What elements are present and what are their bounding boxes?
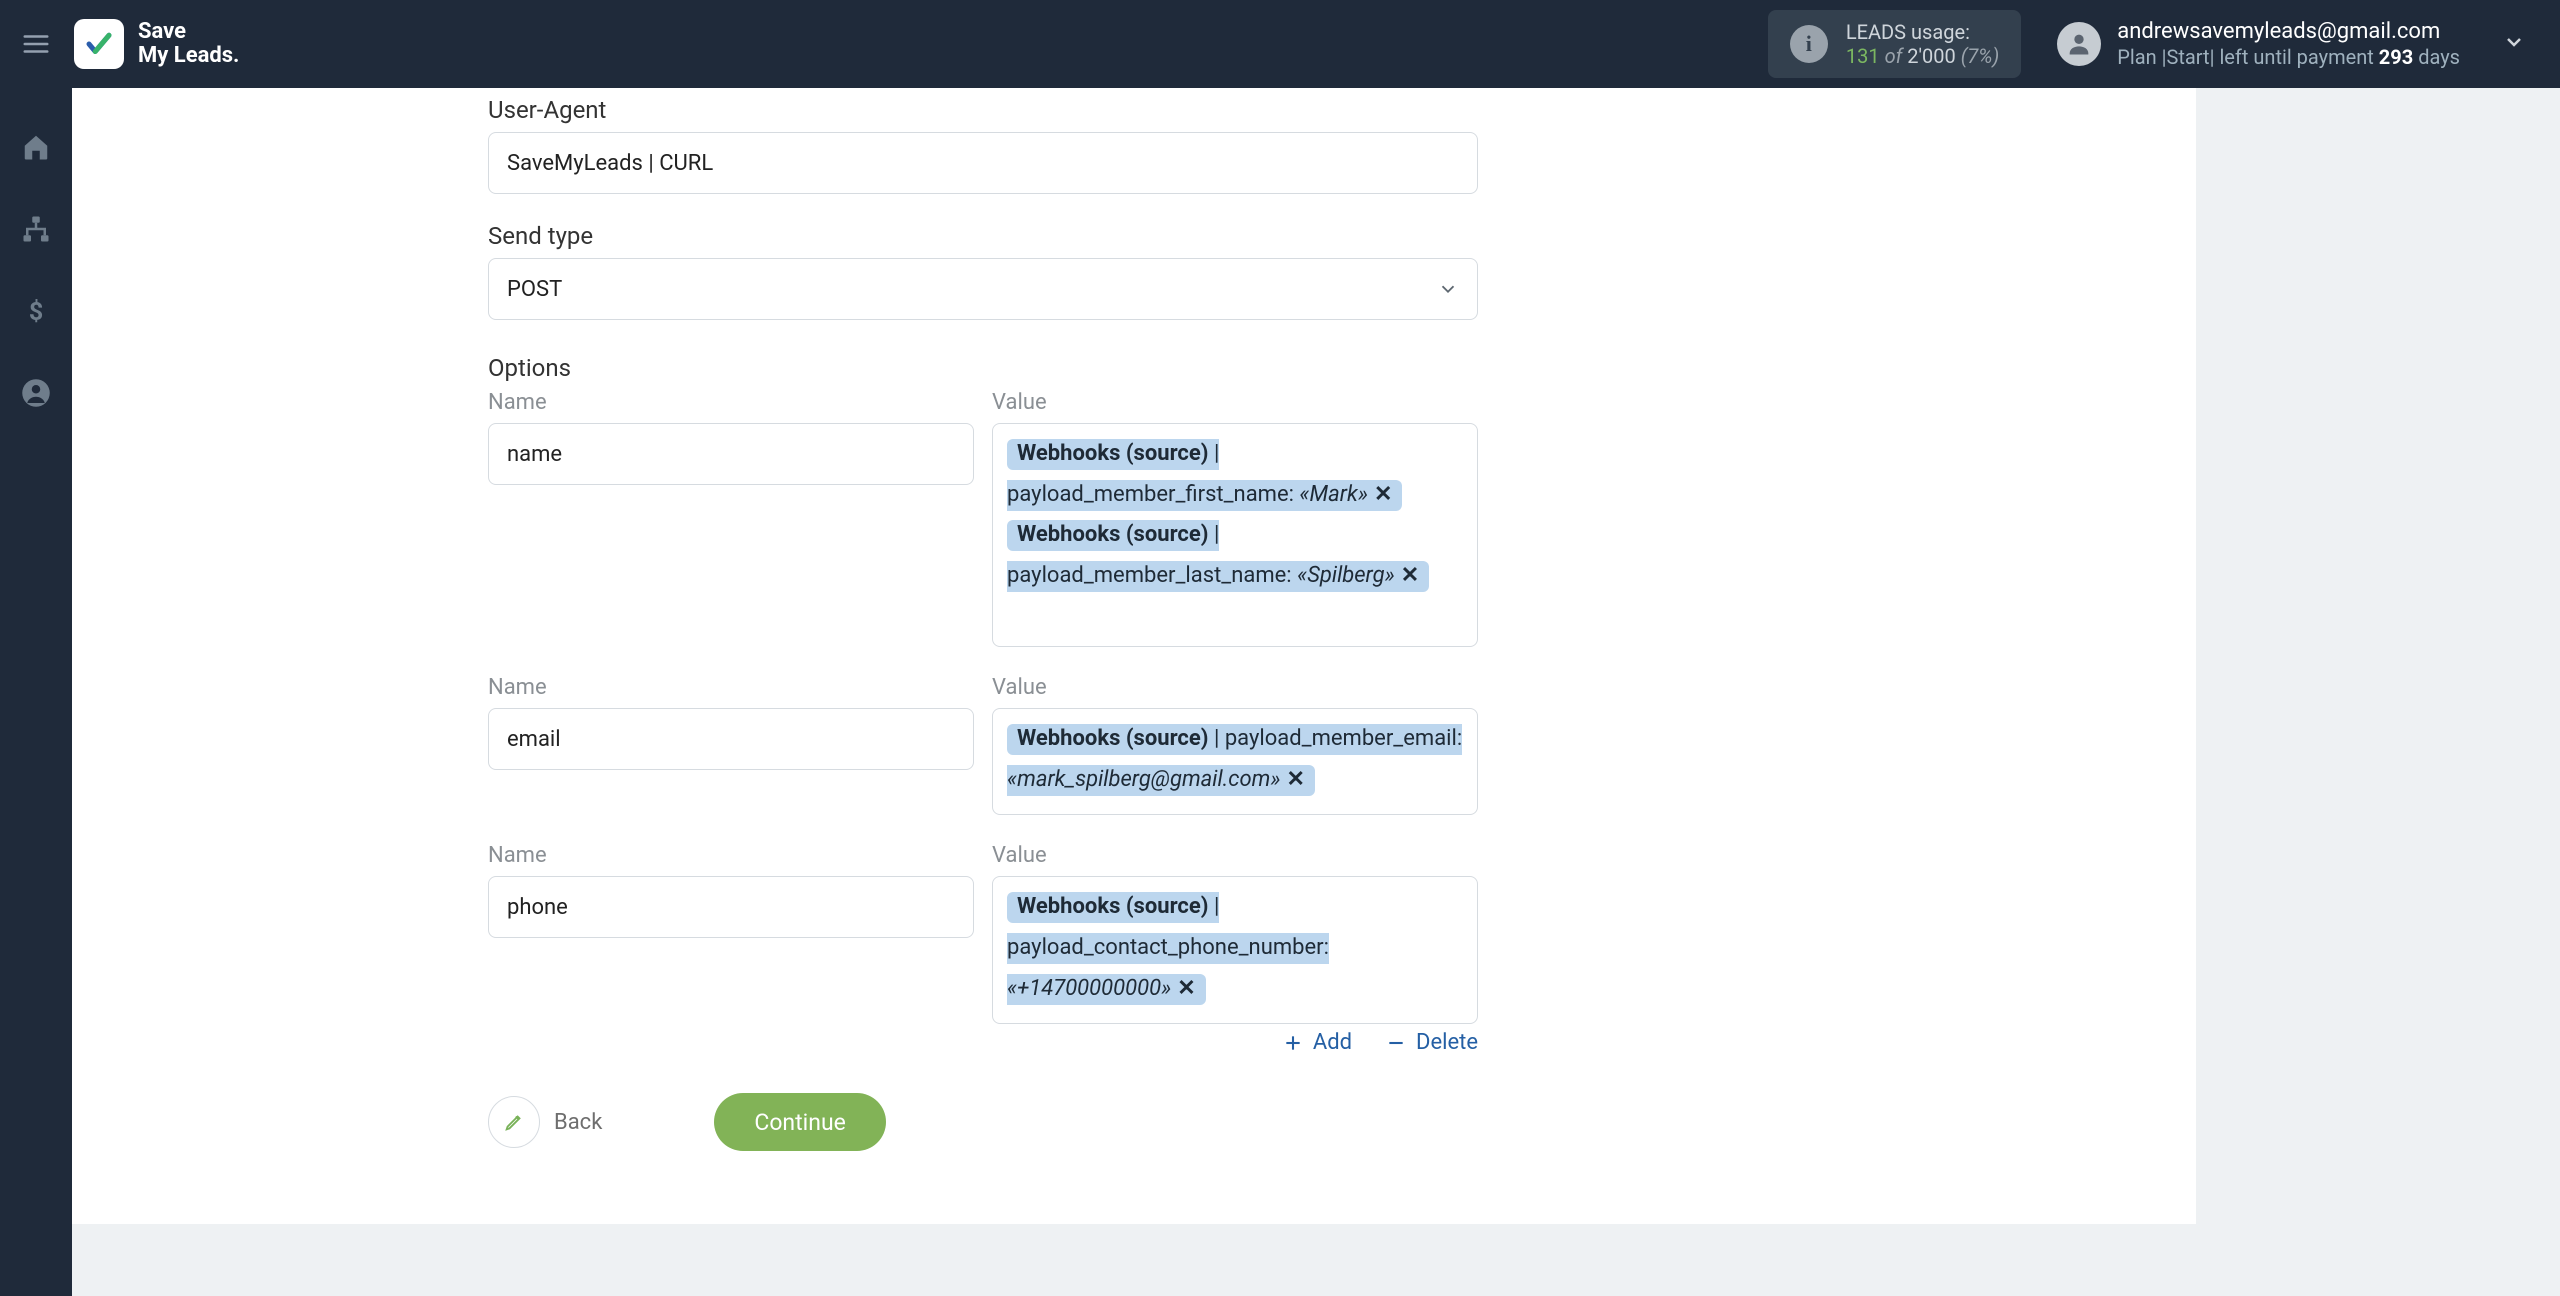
checkmark-icon [84,29,114,59]
logo[interactable]: Save My Leads. [72,19,239,69]
delete-option-button[interactable]: Delete [1386,1030,1478,1055]
account-email: andrewsavemyleads@gmail.com [2117,18,2460,46]
logo-text-line2: My Leads. [138,44,239,68]
send-type-select[interactable]: POST [488,258,1478,320]
option-name-input[interactable]: name [488,423,974,485]
add-label: Add [1313,1030,1352,1055]
form-card: User-Agent SaveMyLeads | CURL Send type … [72,88,2196,1224]
svg-text:$: $ [29,298,43,326]
remove-tag-icon[interactable]: ✕ [1280,767,1304,792]
avatar [2057,22,2101,66]
label-value: Value [992,390,1478,415]
option-name-input[interactable]: email [488,708,974,770]
back-button[interactable]: Back [488,1096,602,1148]
form-footer: Back Continue [488,1093,1478,1151]
value-tag[interactable]: Webhooks (source) | payload_member_last_… [1007,520,1429,592]
usage-value: 131 of 2'000 (7%) [1846,44,1999,68]
option-row: Name email Value Webhooks (source) | pay… [488,675,1478,815]
hamburger-icon [21,29,51,59]
option-value-box[interactable]: Webhooks (source) | payload_member_first… [992,423,1478,647]
label-value: Value [992,675,1478,700]
info-icon: i [1790,25,1828,63]
account-expand[interactable] [2502,30,2560,58]
add-option-button[interactable]: Add [1283,1030,1352,1055]
user-circle-icon [21,378,51,408]
option-name-value: email [507,727,561,752]
sidebar-item-profile[interactable] [21,378,51,412]
send-type-value: POST [507,277,562,302]
continue-label: Continue [754,1109,845,1136]
label-value: Value [992,843,1478,868]
back-label: Back [554,1110,602,1135]
user-agent-value: SaveMyLeads | CURL [507,151,713,176]
chevron-down-icon [1437,278,1459,300]
leads-usage: i LEADS usage: 131 of 2'000 (7%) [1768,10,2021,78]
option-value-box[interactable]: Webhooks (source) | payload_member_email… [992,708,1478,815]
menu-toggle[interactable] [0,0,72,88]
plus-icon [1283,1033,1303,1053]
remove-tag-icon[interactable]: ✕ [1368,482,1392,507]
minus-icon [1386,1033,1406,1053]
remove-tag-icon[interactable]: ✕ [1395,563,1419,588]
account-plan: Plan |Start| left until payment 293 days [2117,45,2460,70]
page: User-Agent SaveMyLeads | CURL Send type … [72,88,2560,1296]
label-options: Options [488,354,1478,382]
top-bar: Save My Leads. i LEADS usage: 131 of 2'0… [0,0,2560,88]
option-name-input[interactable]: phone [488,876,974,938]
label-name: Name [488,843,974,868]
pencil-icon [503,1111,525,1133]
sitemap-icon [21,214,51,244]
back-icon-circle [488,1096,540,1148]
option-name-value: phone [507,895,568,920]
value-tag[interactable]: Webhooks (source) | payload_member_first… [1007,439,1402,511]
account-menu[interactable]: andrewsavemyleads@gmail.com Plan |Start|… [2021,18,2502,71]
option-value-box[interactable]: Webhooks (source) | payload_contact_phon… [992,876,1478,1024]
logo-mark [74,19,124,69]
usage-used: 131 [1846,44,1880,68]
option-name-value: name [507,442,562,467]
logo-text-line1: Save [138,20,239,44]
option-actions: Add Delete [488,1030,1478,1055]
label-name: Name [488,675,974,700]
usage-total: 2'000 [1907,44,1955,68]
home-icon [21,132,51,162]
continue-button[interactable]: Continue [714,1093,885,1151]
value-tag[interactable]: Webhooks (source) | payload_contact_phon… [1007,892,1329,1004]
sidebar-item-billing[interactable]: $ [21,296,51,330]
label-user-agent: User-Agent [488,96,1478,124]
logo-text: Save My Leads. [138,20,239,68]
option-row: Name phone Value Webhooks (source) | pay… [488,843,1478,1024]
chevron-down-icon [2502,30,2526,54]
label-send-type: Send type [488,222,1478,250]
dollar-icon: $ [21,296,51,326]
user-agent-input[interactable]: SaveMyLeads | CURL [488,132,1478,194]
sidebar-item-connections[interactable] [21,214,51,248]
value-tag[interactable]: Webhooks (source) | payload_member_email… [1007,724,1462,796]
user-icon [2065,30,2093,58]
sidebar-item-home[interactable] [21,132,51,166]
delete-label: Delete [1416,1030,1478,1055]
usage-title: LEADS usage: [1846,20,1999,44]
sidebar: $ [0,88,72,1296]
usage-pct: (7%) [1961,44,2000,68]
remove-tag-icon[interactable]: ✕ [1171,976,1195,1001]
label-name: Name [488,390,974,415]
option-row: Name name Value Webhooks (source) | payl… [488,390,1478,647]
